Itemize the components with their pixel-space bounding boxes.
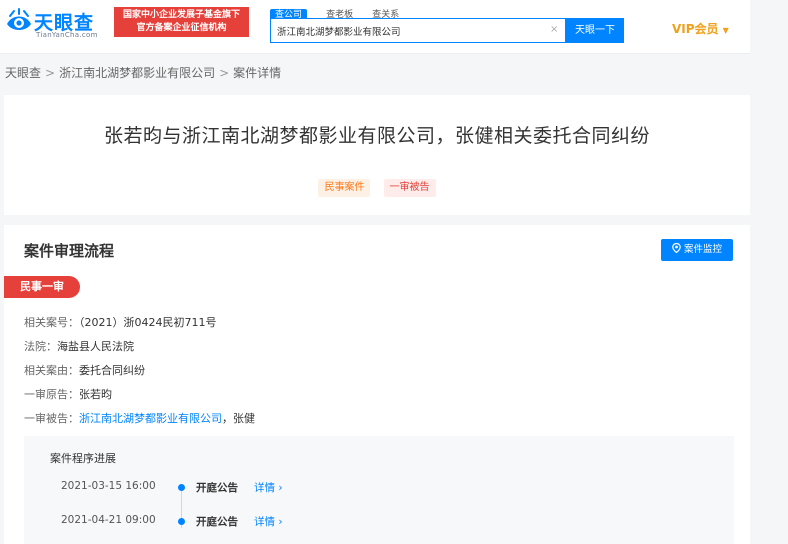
- timeline-dot: [178, 484, 185, 491]
- defendant-company-link[interactable]: 浙江南北湖梦都影业有限公司: [79, 412, 222, 425]
- search-tabs: 查公司 查老板 查关系: [270, 2, 411, 21]
- event-type: 开庭公告: [196, 482, 238, 494]
- event-detail-link[interactable]: 详情 ›: [254, 480, 283, 495]
- breadcrumb-current: 案件详情: [233, 66, 282, 80]
- info-label: 法院：: [24, 340, 57, 353]
- event-type: 开庭公告: [196, 516, 238, 528]
- info-cause: 相关案由：委托合同纠纷: [24, 359, 255, 383]
- info-label: 相关案号：: [24, 316, 79, 329]
- progress-title: 案件程序进展: [50, 452, 116, 465]
- case-monitor-button[interactable]: 案件监控: [661, 239, 733, 261]
- stage-ribbon: 民事一审: [4, 276, 80, 298]
- case-info-list: 相关案号：（2021）浙0424民初711号 法院：海盐县人民法院 相关案由：委…: [24, 311, 255, 431]
- chevron-down-icon: ▼: [722, 26, 729, 35]
- vip-menu[interactable]: VIP会员 ▼: [672, 20, 729, 37]
- breadcrumb-separator: >: [45, 66, 56, 80]
- info-label: 一审被告：: [24, 412, 79, 425]
- info-value: 海盐县人民法院: [57, 340, 134, 353]
- info-value: 委托合同纠纷: [79, 364, 145, 377]
- page: 天眼查 TianYanCha.com 国家中小企业发展子基金旗下 官方备案企业征…: [0, 0, 788, 544]
- info-case-number: 相关案号：（2021）浙0424民初711号: [24, 311, 255, 335]
- info-label: 相关案由：: [24, 364, 79, 377]
- tianyancha-logo[interactable]: 天眼查 TianYanCha.com: [4, 6, 108, 40]
- gov-badge-line2: 官方备案企业征信机构: [136, 23, 227, 33]
- info-label: 一审原告：: [24, 388, 79, 401]
- search-box: ×: [270, 18, 566, 43]
- tag-civil-case: 民事案件: [318, 179, 371, 197]
- logo-domain: TianYanCha.com: [36, 31, 98, 39]
- breadcrumb: 天眼查 > 浙江南北湖梦都影业有限公司 > 案件详情: [5, 64, 281, 81]
- gov-badge-line1: 国家中小企业发展子基金旗下: [122, 10, 240, 20]
- event-date: 2021-04-21 09:00: [61, 514, 156, 526]
- event-date: 2021-03-15 16:00: [61, 480, 156, 492]
- timeline-event: 2021-03-15 16:00 开庭公告 详情 ›: [24, 480, 324, 496]
- info-court: 法院：海盐县人民法院: [24, 335, 255, 359]
- case-title: 张若昀与浙江南北湖梦都影业有限公司，张健相关委托合同纠纷: [103, 125, 650, 147]
- search-input[interactable]: [277, 23, 537, 39]
- event-detail-link[interactable]: 详情 ›: [254, 514, 283, 529]
- timeline-dot: [178, 518, 185, 525]
- info-plaintiff: 一审原告：张若昀: [24, 383, 255, 407]
- logo-eye-icon: [7, 8, 31, 30]
- location-pin-icon: [672, 243, 681, 253]
- breadcrumb-home[interactable]: 天眼查: [5, 66, 41, 80]
- breadcrumb-company[interactable]: 浙江南北湖梦都影业有限公司: [59, 66, 215, 80]
- info-value: ，张健: [222, 412, 255, 425]
- vip-label: VIP会员: [672, 22, 719, 36]
- case-title-card: 张若昀与浙江南北湖梦都影业有限公司，张健相关委托合同纠纷 民事案件 一审被告: [4, 95, 750, 215]
- search-button[interactable]: 天眼一下: [566, 18, 624, 43]
- gov-certification-badge: 国家中小企业发展子基金旗下 官方备案企业征信机构: [114, 7, 249, 37]
- info-value: 张若昀: [79, 388, 112, 401]
- info-defendant: 一审被告：浙江南北湖梦都影业有限公司，张健: [24, 407, 255, 431]
- section-title: 案件审理流程: [24, 242, 115, 260]
- tag-first-instance-defendant: 一审被告: [383, 179, 436, 197]
- clear-icon[interactable]: ×: [550, 24, 558, 35]
- progress-box: 案件程序进展 2021-03-15 16:00 开庭公告 详情 › 2021-0…: [24, 436, 734, 544]
- case-monitor-label: 案件监控: [683, 244, 722, 255]
- case-tags: 民事案件 一审被告: [4, 175, 750, 197]
- info-value: （2021）浙0424民初711号: [79, 316, 217, 329]
- case-process-card: 案件审理流程 案件监控 民事一审 相关案号：（2021）浙0424民初711号 …: [4, 225, 750, 544]
- breadcrumb-separator: >: [219, 66, 230, 80]
- top-header: 天眼查 TianYanCha.com 国家中小企业发展子基金旗下 官方备案企业征…: [0, 0, 750, 54]
- timeline-event: 2021-04-21 09:00 开庭公告 详情 ›: [24, 514, 324, 530]
